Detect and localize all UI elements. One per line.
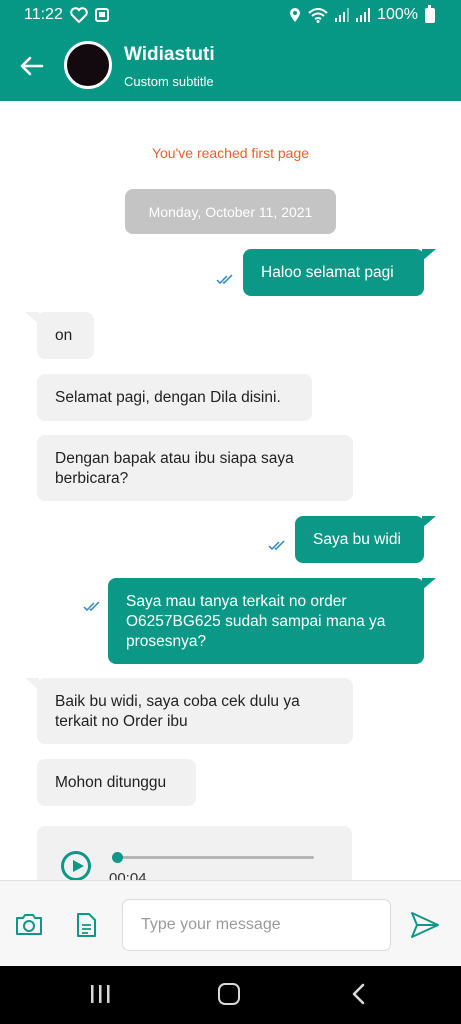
message-notification-icon [94,8,109,22]
chat-area[interactable]: You've reached first page Monday, Octobe… [0,101,461,880]
document-icon[interactable] [74,912,98,938]
send-icon[interactable] [410,911,440,939]
double-check-icon [83,601,100,611]
status-left: 11:22 [24,6,109,24]
message-bubble-outgoing[interactable]: Haloo selamat pagi [243,249,436,296]
contact-subtitle: Custom subtitle [124,74,214,89]
nav-back-icon[interactable] [350,983,366,1005]
message-bubble-incoming[interactable]: Mohon ditunggu [37,759,196,806]
message-text: Saya mau tanya terkait no order O6257BG6… [126,593,386,650]
message-bubble-incoming[interactable]: on [25,312,94,359]
battery-percentage: 100% [377,6,418,23]
message-text: Selamat pagi, dengan Dila disini. [55,389,281,406]
message-bubble-incoming[interactable]: Selamat pagi, dengan Dila disini. [37,374,312,421]
arrow-left-icon [20,56,44,76]
status-time: 11:22 [24,6,63,23]
double-check-icon [268,540,285,550]
message-text: Haloo selamat pagi [261,264,394,281]
play-icon[interactable] [61,851,91,880]
battery-icon [425,4,435,23]
audio-progress-thumb[interactable] [112,852,123,863]
message-text: on [55,327,73,344]
location-icon [290,8,301,22]
heart-notification-icon [70,7,88,23]
audio-progress-track[interactable] [112,852,314,863]
first-page-notice: You've reached first page [151,145,310,161]
system-nav-bar [0,966,461,1024]
camera-icon[interactable] [14,911,44,937]
signal-icon-1 [335,8,350,22]
message-text: Baik bu widi, saya coba cek dulu ya terk… [55,693,300,730]
message-composer [0,880,461,966]
message-input[interactable] [122,899,391,951]
signal-icon-2 [356,8,371,22]
app-bar: Widiastuti Custom subtitle [0,30,461,101]
message-bubble-incoming[interactable]: Baik bu widi, saya coba cek dulu ya terk… [25,678,353,744]
message-bubble-outgoing[interactable]: Saya bu widi [295,516,436,563]
message-text: Saya bu widi [313,531,401,548]
message-text: Mohon ditunggu [55,774,167,791]
date-separator: Monday, October 11, 2021 [125,189,336,234]
home-icon[interactable] [218,983,240,1005]
double-check-icon [216,274,233,284]
status-right: 100% [289,4,435,24]
avatar[interactable] [64,41,112,89]
audio-duration: 00:04 [109,870,147,880]
wifi-icon [308,7,328,23]
audio-message: 00:04 [37,826,352,880]
message-text: Dengan bapak atau ibu siapa saya berbica… [55,450,294,487]
recent-apps-icon[interactable] [89,984,111,1004]
status-bar: 11:22 100% [0,0,461,30]
contact-name: Widiastuti [124,44,215,65]
message-bubble-outgoing[interactable]: Saya mau tanya terkait no order O6257BG6… [108,578,436,664]
message-bubble-incoming[interactable]: Dengan bapak atau ibu siapa saya berbica… [37,435,353,501]
back-button[interactable] [16,50,48,82]
